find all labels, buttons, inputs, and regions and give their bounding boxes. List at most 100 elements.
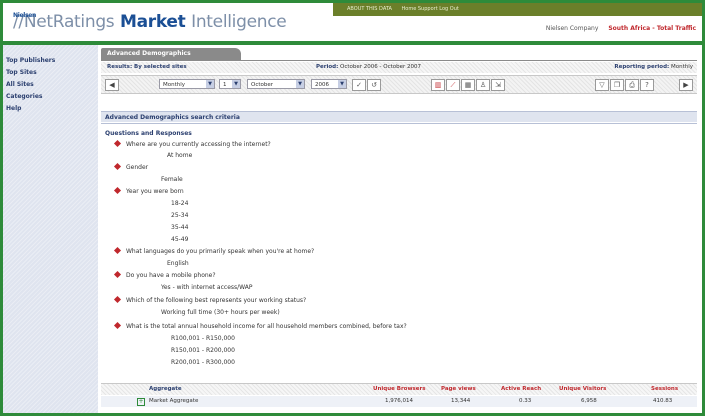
logo-text-intelligence: Intelligence [191,12,287,32]
answer-item: At home [167,152,193,159]
next-period-button[interactable]: ▶ [679,79,693,91]
expand-icon[interactable]: + [137,398,145,406]
question-item: Do you have a mobile phone? [113,270,216,279]
cell-active-reach: 0.33 [519,398,532,404]
column-header-unique-browsers[interactable]: Unique Browsers [373,384,426,395]
table-icon[interactable]: ▦ [461,79,475,91]
results-label: Results: By selected sites [107,64,187,70]
answer-item: Female [161,176,183,183]
day-value: 1 [223,82,227,88]
month-select[interactable]: October ▼ [247,79,305,89]
question-item: Where are you currently accessing the in… [113,139,271,148]
reset-icon[interactable]: ↺ [367,79,381,91]
print-icon[interactable]: ⎙ [625,79,639,91]
top-links[interactable]: Home Support Log Out [402,6,459,12]
top-nav-band: ABOUT THIS DATA Home Support Log Out [333,3,702,16]
top-link-about[interactable]: ABOUT THIS DATA [347,6,392,12]
sidebar-item-top-publishers[interactable]: Top Publishers [6,57,55,64]
question-item: Gender [113,162,149,171]
filter-icon[interactable]: ▽ [595,79,609,91]
bullet-icon [113,246,122,255]
sidebar-item-all-sites[interactable]: All Sites [6,81,34,88]
chevron-down-icon: ▼ [206,80,214,88]
answer-item: 25-34 [171,212,189,219]
question-item: What is the total annual household incom… [113,321,407,330]
report-info-row: Results: By selected sites Period: Octob… [101,62,697,73]
app-frame: Nielsen//NetRatings Market Intelligence … [0,0,705,416]
column-header-page-views[interactable]: Page views [441,384,476,395]
chevron-down-icon: ▼ [296,80,304,88]
header: Nielsen//NetRatings Market Intelligence … [3,3,702,41]
bullet-icon [113,162,122,171]
frequency-select[interactable]: Monthly ▼ [159,79,215,89]
sidebar: Top Publishers Top Sites All Sites Categ… [3,45,98,413]
question-text: Which of the following best represents y… [126,297,307,304]
row-label: Market Aggregate [149,398,199,404]
logo-text-nielsen: Nielsen [13,12,37,19]
reporting-period-info: Reporting period: Monthly [614,62,693,73]
sidebar-item-top-sites[interactable]: Top Sites [6,69,37,76]
cell-unique-visitors: 6,958 [581,398,597,404]
day-select[interactable]: 1 ▼ [219,79,241,89]
answer-item: 35-44 [171,224,189,231]
bar-chart-icon[interactable]: ▥ [431,79,445,91]
logo[interactable]: Nielsen//NetRatings Market Intelligence [13,12,287,32]
bullet-icon [113,270,122,279]
qa-title: Questions and Responses [105,130,192,137]
chevron-down-icon: ▼ [338,80,346,88]
year-select[interactable]: 2006 ▼ [311,79,347,89]
answer-item: 45-49 [171,236,189,243]
question-text: Year you were born [126,188,184,195]
period-value: October 2006 - October 2007 [340,64,422,70]
bullet-icon [113,139,122,148]
question-text: Gender [126,164,149,171]
header-divider [3,41,702,45]
question-text: Do you have a mobile phone? [126,272,216,279]
main-panel: Advanced Demographics Results: By select… [101,48,699,410]
table-row[interactable]: + Market Aggregate 1,976,014 13,344 0.33… [101,396,697,407]
question-item: Which of the following best represents y… [113,295,307,304]
cell-page-views: 13,344 [451,398,471,404]
header-context: Nielsen Company South Africa - Total Tra… [546,25,696,32]
section-header: Advanced Demographics search criteria [101,111,697,122]
answer-item: 18-24 [171,200,189,207]
results-table-header: Aggregate Unique Browsers Page views Act… [101,383,697,395]
user-icon[interactable]: ♙ [476,79,490,91]
prev-period-button[interactable]: ◀ [105,79,119,91]
question-text: What is the total annual household incom… [126,323,407,330]
sidebar-item-categories[interactable]: Categories [6,93,42,100]
bullet-icon [113,321,122,330]
sidebar-item-help[interactable]: Help [6,105,21,112]
answer-item: R150,001 - R200,000 [171,347,235,354]
copy-icon[interactable]: ❐ [610,79,624,91]
column-header-sessions[interactable]: Sessions [651,384,678,395]
year-value: 2006 [315,82,329,88]
apply-check-icon[interactable]: ✓ [352,79,366,91]
answer-item: R200,001 - R300,000 [171,359,235,366]
export-icon[interactable]: ⇲ [491,79,505,91]
help-icon[interactable]: ? [640,79,654,91]
tab-advanced-demographics[interactable]: Advanced Demographics [101,48,241,60]
column-header-aggregate[interactable]: Aggregate [149,384,182,395]
month-value: October [251,82,274,88]
period-info: Period: October 2006 - October 2007 [316,62,421,73]
cell-sessions: 410.83 [653,398,673,404]
cell-unique-browsers: 1,976,014 [385,398,413,404]
logo-text-market: Market [120,12,186,32]
section-divider [101,123,697,124]
reporting-label: Reporting period: [614,64,670,70]
answer-item: R100,001 - R150,000 [171,335,235,342]
logo-text-netratings: NetRatings [23,12,115,32]
chevron-down-icon: ▼ [232,80,240,88]
region-selector[interactable]: South Africa - Total Traffic [608,25,696,32]
column-header-unique-visitors[interactable]: Unique Visitors [559,384,606,395]
question-text: Where are you currently accessing the in… [126,141,271,148]
bullet-icon [113,295,122,304]
answer-item: English [167,260,189,267]
bullet-icon [113,186,122,195]
answer-item: Working full time (30+ hours per week) [161,309,280,316]
tab-underline [101,60,697,61]
column-header-active-reach[interactable]: Active Reach [501,384,541,395]
answer-item: Yes - with internet access/WAP [161,284,253,291]
line-chart-icon[interactable]: ⟋ [446,79,460,91]
